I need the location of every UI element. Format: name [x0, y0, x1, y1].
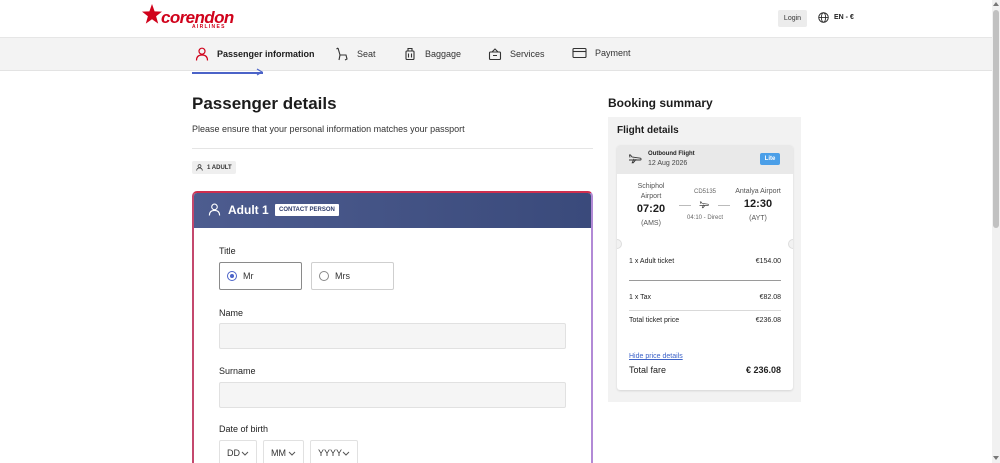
step-label: Baggage	[425, 49, 462, 59]
chevron-down-icon	[241, 451, 249, 456]
surname-field-label: Surname	[219, 366, 256, 376]
airplane-small-icon	[699, 201, 709, 209]
destination-code: (AYT)	[749, 215, 767, 222]
language-currency-selector[interactable]: EN - €	[818, 12, 854, 23]
globe-icon	[818, 12, 829, 23]
select-value: YYYY	[318, 448, 343, 458]
name-field-label: Name	[219, 308, 244, 318]
radio-label: Mrs	[335, 271, 350, 281]
scroll-down-arrow-icon[interactable]	[993, 456, 999, 460]
price-row-total-ticket: Total ticket price €236.08	[629, 317, 781, 324]
step-services[interactable]: Services	[488, 47, 545, 61]
divider	[192, 148, 593, 149]
corendon-logo[interactable]: corendon AIRLINES	[142, 4, 234, 30]
passenger-count-chip: 1 ADULT	[192, 161, 236, 174]
price-value: €82.08	[759, 294, 781, 301]
origin-airport-line1: Schiphol	[637, 183, 665, 190]
star-logo-icon	[142, 4, 162, 24]
baggage-icon	[405, 47, 415, 61]
flight-number: CD5135	[693, 189, 716, 195]
price-label: 1 x Tax	[629, 294, 652, 301]
booking-summary-title: Booking summary	[608, 96, 713, 110]
select-value: DD	[227, 448, 240, 458]
price-divider	[629, 280, 781, 281]
name-input[interactable]	[219, 323, 566, 349]
dob-day-select[interactable]: DD	[219, 440, 257, 463]
title-option-mr[interactable]: Mr	[219, 262, 302, 290]
origin-airport-line2: Airport	[640, 193, 662, 200]
step-baggage[interactable]: Baggage	[403, 47, 461, 61]
route-line-left	[679, 205, 691, 206]
active-step-indicator	[192, 72, 263, 74]
date-of-birth-label: Date of birth	[219, 424, 269, 434]
ticket-notch-left	[617, 239, 622, 249]
radio-label: Mr	[243, 271, 254, 281]
select-value: MM	[271, 448, 286, 458]
arrow-right-icon	[256, 68, 264, 76]
arrival-time: 12:30	[743, 198, 773, 210]
radio-button[interactable]	[319, 271, 329, 281]
scroll-up-arrow-icon[interactable]	[993, 2, 999, 6]
step-payment[interactable]: Payment	[572, 47, 631, 59]
step-passenger-information[interactable]: Passenger information	[195, 47, 315, 61]
chevron-down-icon	[288, 451, 296, 456]
step-label: Seat	[357, 49, 376, 59]
price-value: €236.08	[755, 317, 781, 324]
outbound-label: Outbound Flight	[648, 151, 695, 157]
price-value: €154.00	[755, 258, 781, 265]
login-button[interactable]: Login	[778, 10, 807, 27]
ticket-notch-right	[788, 239, 793, 249]
flight-details-card: Outbound Flight 12 Aug 2026 Lite Schipho…	[617, 145, 793, 390]
passenger-card-title: Adult 1	[228, 203, 269, 217]
price-divider	[629, 310, 781, 311]
hide-price-details-link[interactable]: Hide price details	[629, 353, 683, 360]
radio-button[interactable]	[227, 271, 237, 281]
total-fare-label: Total fare	[629, 365, 667, 375]
person-icon	[208, 203, 221, 216]
departure-time: 07:20	[636, 203, 666, 215]
flight-details-title: Flight details	[617, 125, 679, 136]
seat-icon	[336, 47, 348, 61]
flight-duration: 04:10 - Direct	[686, 215, 723, 221]
origin-code: (AMS)	[641, 220, 661, 227]
step-seat[interactable]: Seat	[335, 47, 376, 61]
dob-month-select[interactable]: MM	[263, 440, 304, 463]
total-fare-value: € 236.08	[745, 365, 781, 375]
title-option-mrs[interactable]: Mrs	[311, 262, 394, 290]
fare-badge: Lite	[760, 153, 780, 165]
site-header: corendon AIRLINES Login EN - €	[0, 0, 992, 38]
page-subtitle: Please ensure that your personal informa…	[192, 124, 465, 134]
passenger-form-card: Adult 1 CONTACT PERSON Title Mr Mrs Name…	[192, 191, 593, 463]
language-label: EN - €	[834, 14, 854, 21]
chevron-down-icon	[342, 451, 350, 456]
person-icon	[196, 164, 203, 171]
price-row-tax: 1 x Tax €82.08	[629, 294, 781, 301]
scrollbar-thumb[interactable]	[993, 10, 999, 228]
total-fare-row: Total fare € 236.08	[629, 365, 781, 375]
logo-subtext: AIRLINES	[192, 24, 226, 30]
page-title: Passenger details	[192, 94, 337, 113]
price-label: 1 x Adult ticket	[629, 258, 675, 265]
flight-date: 12 Aug 2026	[648, 160, 688, 167]
payment-icon	[572, 47, 587, 59]
step-label: Services	[510, 49, 545, 59]
route-line-right	[718, 205, 730, 206]
price-row-adult-ticket: 1 x Adult ticket €154.00	[629, 258, 781, 265]
booking-steps-bar: Passenger information Seat Baggage Servi…	[0, 38, 992, 76]
passenger-count-label: 1 ADULT	[207, 164, 232, 171]
surname-input[interactable]	[219, 382, 566, 408]
passenger-card-header: Adult 1 CONTACT PERSON	[194, 193, 591, 228]
step-label: Payment	[595, 48, 631, 58]
flight-card-header: Outbound Flight 12 Aug 2026 Lite	[617, 145, 793, 174]
contact-person-badge: CONTACT PERSON	[275, 204, 339, 216]
price-label: Total ticket price	[629, 317, 680, 324]
title-field-label: Title	[219, 246, 236, 256]
person-icon	[195, 47, 209, 61]
destination-airport: Antalya Airport	[735, 188, 781, 195]
step-label: Passenger information	[217, 49, 315, 59]
airplane-icon	[628, 154, 642, 164]
page-scrollbar[interactable]	[992, 0, 1000, 463]
services-icon	[488, 48, 502, 61]
dob-year-select[interactable]: YYYY	[310, 440, 358, 463]
